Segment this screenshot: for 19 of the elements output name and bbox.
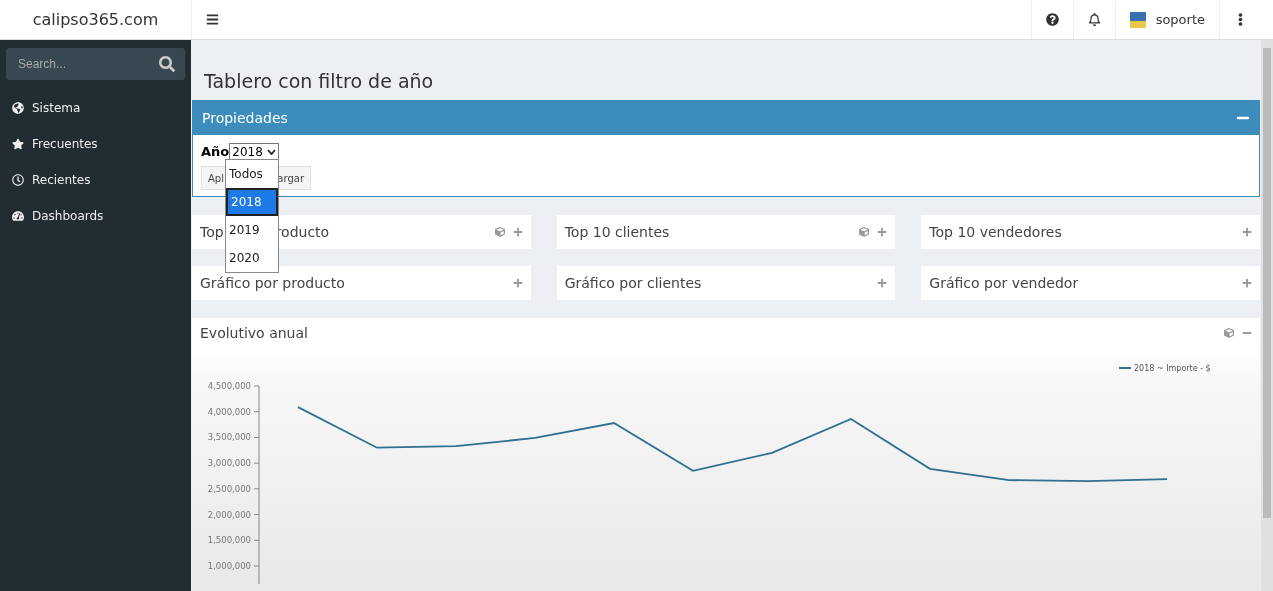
axis-tick-label: 2,500,000 [207, 483, 251, 494]
year-label: Año [201, 144, 230, 159]
axis-tick-label: 3,500,000 [207, 432, 251, 443]
legend-label: 2018 ~ Importe - $ [1134, 364, 1211, 373]
card-title: Gráfico por clientes [564, 275, 702, 291]
card-title: Top 10 vendedores [929, 224, 1062, 240]
axis-tick-label: 4,500,000 [207, 381, 251, 391]
card-title: Top 10 clientes [564, 224, 670, 240]
axis-tick-label: 1,500,000 [207, 535, 251, 546]
panel-title: Propiedades [202, 109, 288, 126]
panel-title: Evolutivo anual [200, 325, 308, 341]
axis-tick-label: 4,000,000 [207, 406, 251, 417]
axis-tick-label: 2,000,000 [207, 509, 251, 520]
axis-tick-label: 1,000,000 [207, 561, 251, 571]
card-title: Gráfico por vendedor [929, 275, 1079, 291]
page-title: Tablero con filtro de año [203, 69, 435, 94]
axis-tick-label: 3,000,000 [207, 458, 251, 469]
card-title: Gráfico por producto [200, 275, 345, 291]
card-title: Top [200, 224, 224, 240]
